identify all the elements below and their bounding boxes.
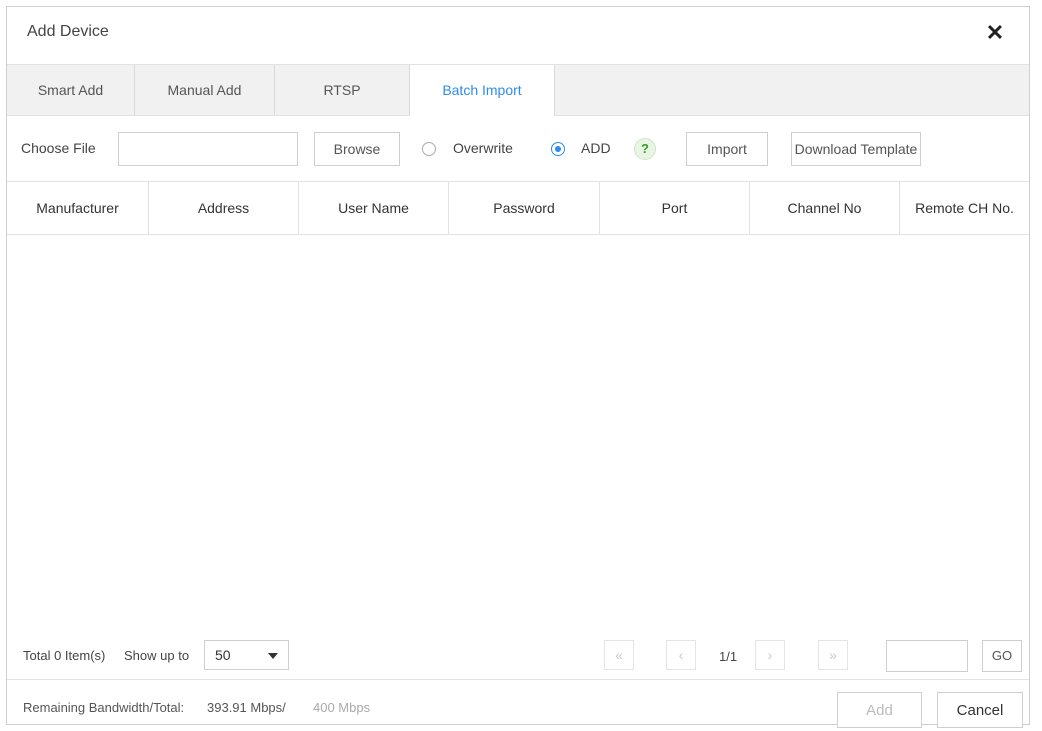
page-size-select[interactable]: 50 (204, 640, 289, 670)
column-password[interactable]: Password (449, 182, 600, 234)
choose-file-label: Choose File (21, 140, 96, 156)
next-page-button[interactable]: › (755, 640, 785, 670)
last-page-button[interactable]: » (818, 640, 848, 670)
add-radio[interactable] (551, 142, 565, 156)
cancel-button[interactable]: Cancel (937, 692, 1023, 728)
chevron-down-icon (268, 653, 278, 659)
column-channel-no[interactable]: Channel No (750, 182, 900, 234)
table-body (7, 234, 1029, 629)
tab-smart-add[interactable]: Smart Add (7, 65, 135, 115)
tab-bar: Smart Add Manual Add RTSP Batch Import (7, 64, 1029, 116)
go-button[interactable]: GO (982, 640, 1022, 672)
tab-rtsp[interactable]: RTSP (275, 65, 410, 115)
add-button[interactable]: Add (837, 692, 922, 728)
dialog-footer: Remaining Bandwidth/Total: 393.91 Mbps/ … (7, 679, 1029, 728)
import-button[interactable]: Import (686, 132, 768, 166)
prev-page-button[interactable]: ‹ (666, 640, 696, 670)
pagination-bar: Total 0 Item(s) Show up to 50 « ‹ 1/1 › … (7, 629, 1029, 679)
download-template-button[interactable]: Download Template (791, 132, 921, 166)
show-up-to-label: Show up to (124, 648, 190, 663)
add-mode-label: ADD (581, 140, 611, 156)
tab-batch-import[interactable]: Batch Import (410, 65, 555, 116)
import-toolbar: Choose File Browse Overwrite ADD ? Impor… (7, 115, 1029, 180)
dialog-titlebar: Add Device ✕ (7, 7, 1029, 64)
add-device-dialog: Add Device ✕ Smart Add Manual Add RTSP B… (6, 6, 1030, 728)
column-user-name[interactable]: User Name (299, 182, 449, 234)
column-manufacturer[interactable]: Manufacturer (7, 182, 149, 234)
page-size-value: 50 (215, 647, 231, 663)
bandwidth-remaining: 393.91 Mbps/ (207, 700, 286, 715)
overwrite-label: Overwrite (453, 140, 513, 156)
bandwidth-label: Remaining Bandwidth/Total: (23, 700, 185, 715)
file-path-input[interactable] (118, 132, 298, 166)
goto-page-input[interactable] (886, 640, 968, 672)
column-remote-ch-no[interactable]: Remote CH No. (900, 182, 1029, 234)
column-port[interactable]: Port (600, 182, 750, 234)
tab-manual-add[interactable]: Manual Add (135, 65, 275, 115)
bandwidth-total: 400 Mbps (313, 700, 371, 715)
browse-button[interactable]: Browse (314, 132, 400, 166)
close-icon[interactable]: ✕ (983, 21, 1007, 45)
table-header: Manufacturer Address User Name Password … (7, 181, 1029, 235)
first-page-button[interactable]: « (604, 640, 634, 670)
help-icon[interactable]: ? (634, 138, 656, 160)
dialog-title: Add Device (27, 23, 109, 40)
overwrite-radio[interactable] (422, 142, 436, 156)
column-address[interactable]: Address (149, 182, 299, 234)
page-indicator: 1/1 (719, 649, 738, 664)
total-items-label: Total 0 Item(s) (23, 648, 106, 663)
